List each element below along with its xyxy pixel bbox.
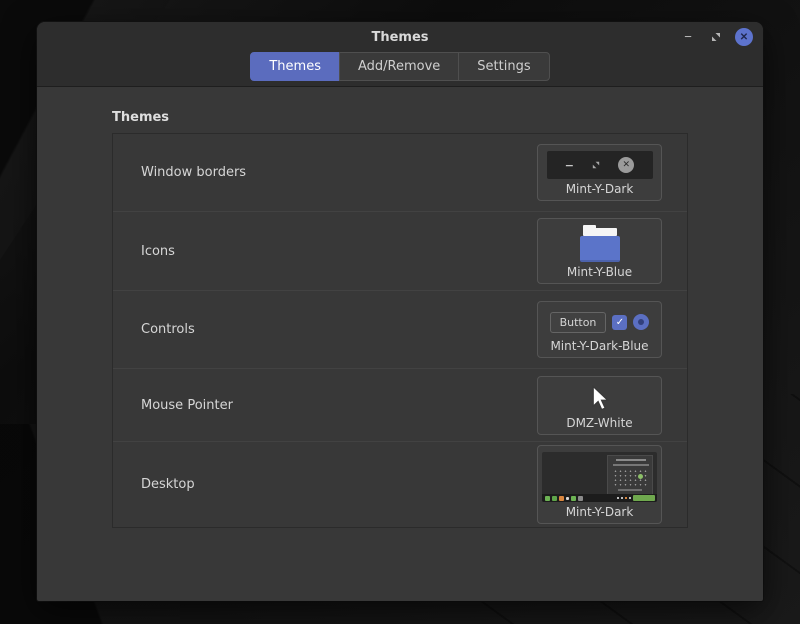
mini-close-icon: ✕ (618, 157, 635, 173)
controls-picker-button[interactable]: Button ✓ Mint-Y-Dark-Blue (537, 301, 662, 358)
row-label: Mouse Pointer (141, 397, 233, 413)
desktop-wallpaper: Themes − ✕ Themes Add/Remove Settings Th… (0, 0, 800, 624)
row-label: Controls (141, 322, 195, 337)
mini-minimize-icon: − (564, 158, 574, 172)
desktop-picker-button[interactable]: Mint-Y-Dark (537, 445, 662, 524)
titlebar[interactable]: Themes − ✕ (37, 22, 763, 52)
maximize-button[interactable] (705, 26, 727, 48)
content-area: Themes Window borders − ✕ Mint-Y-Dark Ic… (37, 87, 763, 601)
minimize-button[interactable]: − (677, 26, 699, 48)
mini-calendar-today (638, 474, 643, 479)
tab-switcher: Themes Add/Remove Settings (37, 52, 763, 86)
mini-taskbar (542, 494, 657, 502)
row-label: Window borders (141, 165, 247, 180)
selected-theme-name: Mint-Y-Dark (565, 505, 634, 519)
icons-picker-button[interactable]: Mint-Y-Blue (537, 218, 662, 284)
window-border-preview: − ✕ (546, 151, 653, 179)
sample-button: Button (549, 311, 607, 333)
row-icons: Icons Mint-Y-Blue (113, 211, 687, 290)
themes-list: Window borders − ✕ Mint-Y-Dark Icons Min… (112, 133, 688, 528)
folder-icon (578, 225, 622, 262)
controls-preview: Button ✓ (549, 308, 650, 336)
row-mouse-pointer: Mouse Pointer DMZ-White (113, 368, 687, 441)
tab-settings[interactable]: Settings (458, 52, 550, 81)
selected-theme-name: Mint-Y-Blue (566, 265, 633, 279)
desktop-screenshot-preview (542, 452, 657, 502)
themes-window: Themes − ✕ Themes Add/Remove Settings Th… (37, 22, 763, 601)
window-borders-picker-button[interactable]: − ✕ Mint-Y-Dark (537, 144, 662, 201)
selected-theme-name: Mint-Y-Dark-Blue (550, 339, 649, 353)
row-label: Desktop (141, 477, 195, 492)
window-title: Themes (371, 29, 429, 45)
cursor-icon (590, 383, 610, 413)
mouse-pointer-picker-button[interactable]: DMZ-White (537, 375, 662, 435)
row-desktop: Desktop Mint-Y-Dark (113, 441, 687, 527)
tab-add-remove[interactable]: Add/Remove (338, 52, 460, 81)
window-controls: − ✕ (677, 22, 755, 52)
tab-themes[interactable]: Themes (250, 52, 340, 81)
mini-clock (633, 495, 655, 501)
mini-calendar (607, 455, 653, 495)
close-icon: ✕ (735, 28, 753, 46)
radio-icon (633, 314, 650, 330)
checkbox-icon: ✓ (612, 314, 628, 330)
row-controls: Controls Button ✓ Mint-Y-Dark-Blue (113, 290, 687, 368)
selected-theme-name: Mint-Y-Dark (565, 182, 634, 196)
selected-theme-name: DMZ-White (566, 415, 633, 430)
headerbar: Themes − ✕ Themes Add/Remove Settings (37, 22, 763, 87)
minimize-icon: − (684, 29, 692, 44)
row-window-borders: Window borders − ✕ Mint-Y-Dark (113, 134, 687, 211)
mini-maximize-icon (592, 161, 600, 169)
row-label: Icons (141, 243, 175, 259)
close-button[interactable]: ✕ (733, 26, 755, 48)
section-header: Themes (112, 110, 170, 125)
maximize-icon (711, 32, 721, 42)
